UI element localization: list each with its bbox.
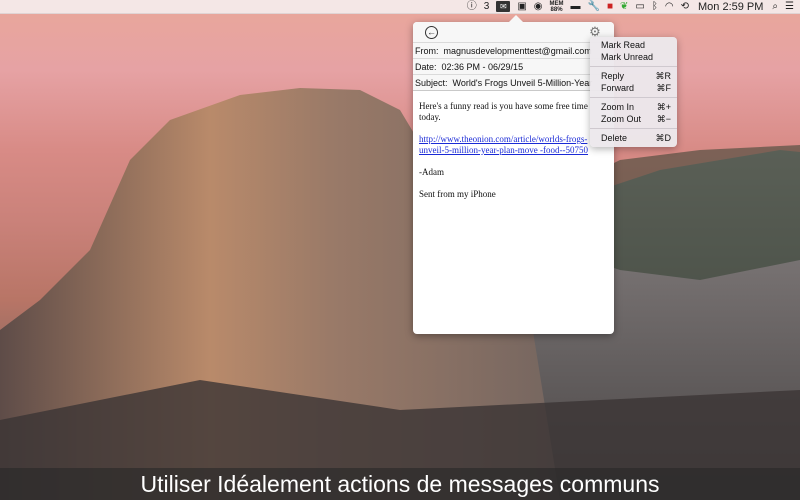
body-text: Here's a funny read is you have some fre… <box>419 101 588 122</box>
subject-label: Subject: <box>415 78 448 88</box>
menu-item-label: Forward <box>601 83 635 93</box>
menu-separator <box>590 97 677 98</box>
mail-icon[interactable]: ✉ <box>496 1 511 12</box>
desktop-wallpaper <box>0 0 800 500</box>
promo-caption: Utiliser Idéalement actions de messages … <box>0 468 800 500</box>
menu-item-reply[interactable]: Reply ⌘R <box>590 70 677 82</box>
mail-count[interactable]: 3 <box>484 0 490 14</box>
date-value: 02:36 PM - 06/29/15 <box>441 62 524 72</box>
red-square-icon[interactable]: ■ <box>607 0 613 14</box>
menu-bar: ⓘ 3 ✉ ▣ ◉ MEM 88% ▬ 🔧 ■ ❦ ▭ ᛒ ◠ ⟲ Mon 2:… <box>0 0 800 14</box>
menu-separator <box>590 128 677 129</box>
message-header: From: magnusdevelopmenttest@gmail.com Dat… <box>413 42 614 91</box>
menu-item-shortcut: ⌘D <box>655 133 672 143</box>
menu-item-forward[interactable]: Forward ⌘F <box>590 82 677 94</box>
notification-center-icon[interactable]: ☰ <box>785 0 794 14</box>
from-value: magnusdevelopmenttest@gmail.com <box>443 46 592 56</box>
menu-item-label: Mark Read <box>601 40 646 50</box>
menu-item-zoom-out[interactable]: Zoom Out ⌘− <box>590 113 677 125</box>
menu-item-label: Zoom In <box>601 102 635 112</box>
menubar-clock[interactable]: Mon 2:59 PM <box>696 0 765 14</box>
bluetooth-icon[interactable]: ᛒ <box>652 0 658 14</box>
menu-item-label: Zoom Out <box>601 114 642 124</box>
back-arrow-icon[interactable]: ← <box>425 26 438 39</box>
spotlight-search-icon[interactable]: ⌕ <box>772 0 778 14</box>
menu-item-shortcut: ⌘+ <box>656 102 671 112</box>
menu-item-label: Delete <box>601 133 628 143</box>
video-icon[interactable]: ▬ <box>571 0 581 14</box>
menu-item-zoom-in[interactable]: Zoom In ⌘+ <box>590 101 677 113</box>
from-field: From: magnusdevelopmenttest@gmail.com <box>413 42 614 58</box>
menu-item-delete[interactable]: Delete ⌘D <box>590 132 677 144</box>
menu-item-shortcut: ⌘R <box>655 71 672 81</box>
display-icon[interactable]: ▣ <box>517 0 526 14</box>
sync-icon[interactable]: ◉ <box>534 0 543 14</box>
menu-separator <box>590 66 677 67</box>
leaf-icon[interactable]: ❦ <box>620 0 628 14</box>
message-body: Here's a funny read is you have some fre… <box>413 91 614 200</box>
memory-status[interactable]: MEM 88% <box>550 0 564 14</box>
memory-value: 88% <box>550 6 563 13</box>
menu-item-label: Reply <box>601 71 625 81</box>
time-machine-icon[interactable]: ⟲ <box>681 0 689 14</box>
popover-toolbar: ← ⚙ <box>413 22 614 42</box>
mail-popover: ← ⚙ From: magnusdevelopmenttest@gmail.com… <box>413 15 614 334</box>
menu-item-label: Mark Unread <box>601 52 654 62</box>
date-label: Date: <box>415 62 437 72</box>
info-icon[interactable]: ⓘ <box>467 0 477 14</box>
subject-value: World's Frogs Unveil 5-Million-Year <box>452 78 593 88</box>
body-footer: Sent from my iPhone <box>419 189 496 199</box>
menu-item-mark-read[interactable]: Mark Read <box>590 39 677 51</box>
subject-field: Subject: World's Frogs Unveil 5-Million-Y… <box>413 74 614 90</box>
battery-icon[interactable]: ▭ <box>635 0 644 14</box>
article-link[interactable]: http://www.theonion.com/article/worlds-f… <box>419 134 588 155</box>
body-signoff: -Adam <box>419 167 444 177</box>
wifi-icon[interactable]: ◠ <box>665 0 674 14</box>
date-field: Date: 02:36 PM - 06/29/15 <box>413 58 614 74</box>
menu-item-shortcut: ⌘− <box>656 114 671 124</box>
menu-item-mark-unread[interactable]: Mark Unread <box>590 51 677 63</box>
wrench-icon[interactable]: 🔧 <box>588 0 600 14</box>
menu-item-shortcut: ⌘F <box>656 83 672 93</box>
from-label: From: <box>415 46 439 56</box>
actions-menu: Mark Read Mark Unread Reply ⌘R Forward ⌘F … <box>590 37 677 147</box>
